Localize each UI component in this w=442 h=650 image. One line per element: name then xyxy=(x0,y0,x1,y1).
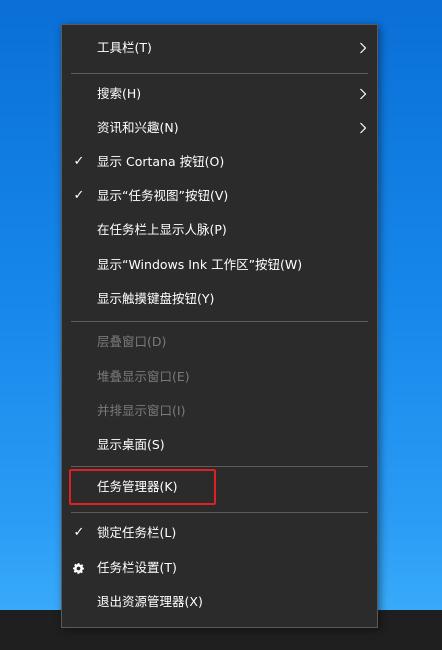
menu-item-show-windows-ink-button[interactable]: 显示“Windows Ink 工作区”按钮(W) xyxy=(62,248,377,282)
menu-item-label: 资讯和兴趣(N) xyxy=(97,120,179,135)
chevron-right-icon xyxy=(360,122,367,134)
menu-item-side-by-side-windows: 并排显示窗口(I) xyxy=(62,394,377,428)
menu-separator xyxy=(71,73,368,74)
menu-item-label: 显示“Windows Ink 工作区”按钮(W) xyxy=(97,257,303,272)
menu-item-exit-explorer[interactable]: 退出资源管理器(X) xyxy=(62,585,377,619)
menu-separator xyxy=(71,512,368,513)
menu-item-label: 显示 Cortana 按钮(O) xyxy=(97,154,225,169)
menu-item-show-touch-keyboard-button[interactable]: 显示触摸键盘按钮(Y) xyxy=(62,282,377,316)
menu-item-label: 层叠窗口(D) xyxy=(97,334,167,349)
menu-separator xyxy=(71,466,368,467)
menu-item-label: 堆叠显示窗口(E) xyxy=(97,369,190,384)
menu-item-label: 搜索(H) xyxy=(97,86,142,101)
menu-item-show-task-view-button[interactable]: ✓ 显示“任务视图”按钮(V) xyxy=(62,179,377,213)
menu-item-label: 在任务栏上显示人脉(P) xyxy=(97,222,227,237)
menu-item-search[interactable]: 搜索(H) xyxy=(62,77,377,111)
menu-separator xyxy=(71,321,368,322)
menu-item-label: 显示桌面(S) xyxy=(97,437,165,452)
menu-item-stack-windows: 堆叠显示窗口(E) xyxy=(62,360,377,394)
checkmark-icon: ✓ xyxy=(73,188,85,203)
checkmark-icon: ✓ xyxy=(73,525,85,540)
menu-item-label: 任务栏设置(T) xyxy=(97,560,177,575)
annotation-highlight-box xyxy=(69,469,216,505)
menu-item-show-cortana-button[interactable]: ✓ 显示 Cortana 按钮(O) xyxy=(62,145,377,179)
menu-item-show-desktop[interactable]: 显示桌面(S) xyxy=(62,428,377,462)
menu-item-show-people[interactable]: 在任务栏上显示人脉(P) xyxy=(62,213,377,247)
menu-item-label: 显示触摸键盘按钮(Y) xyxy=(97,291,215,306)
gear-icon xyxy=(73,563,84,574)
menu-item-lock-taskbar[interactable]: ✓ 锁定任务栏(L) xyxy=(62,516,377,550)
taskbar-context-menu: 工具栏(T) 搜索(H) 资讯和兴趣(N) ✓ 显示 Cortana 按钮(O)… xyxy=(61,24,378,628)
menu-item-cascade-windows: 层叠窗口(D) xyxy=(62,325,377,359)
menu-item-taskbar-settings[interactable]: 任务栏设置(T) xyxy=(62,551,377,585)
menu-item-label: 锁定任务栏(L) xyxy=(97,525,177,540)
chevron-right-icon xyxy=(360,42,367,54)
menu-item-label: 退出资源管理器(X) xyxy=(97,594,203,609)
checkmark-icon: ✓ xyxy=(73,154,85,169)
menu-item-label: 工具栏(T) xyxy=(97,40,152,55)
menu-item-toolbars[interactable]: 工具栏(T) xyxy=(62,31,377,65)
chevron-right-icon xyxy=(360,88,367,100)
menu-item-label: 显示“任务视图”按钮(V) xyxy=(97,188,229,203)
menu-item-news-and-interests[interactable]: 资讯和兴趣(N) xyxy=(62,111,377,145)
menu-item-label: 并排显示窗口(I) xyxy=(97,403,186,418)
